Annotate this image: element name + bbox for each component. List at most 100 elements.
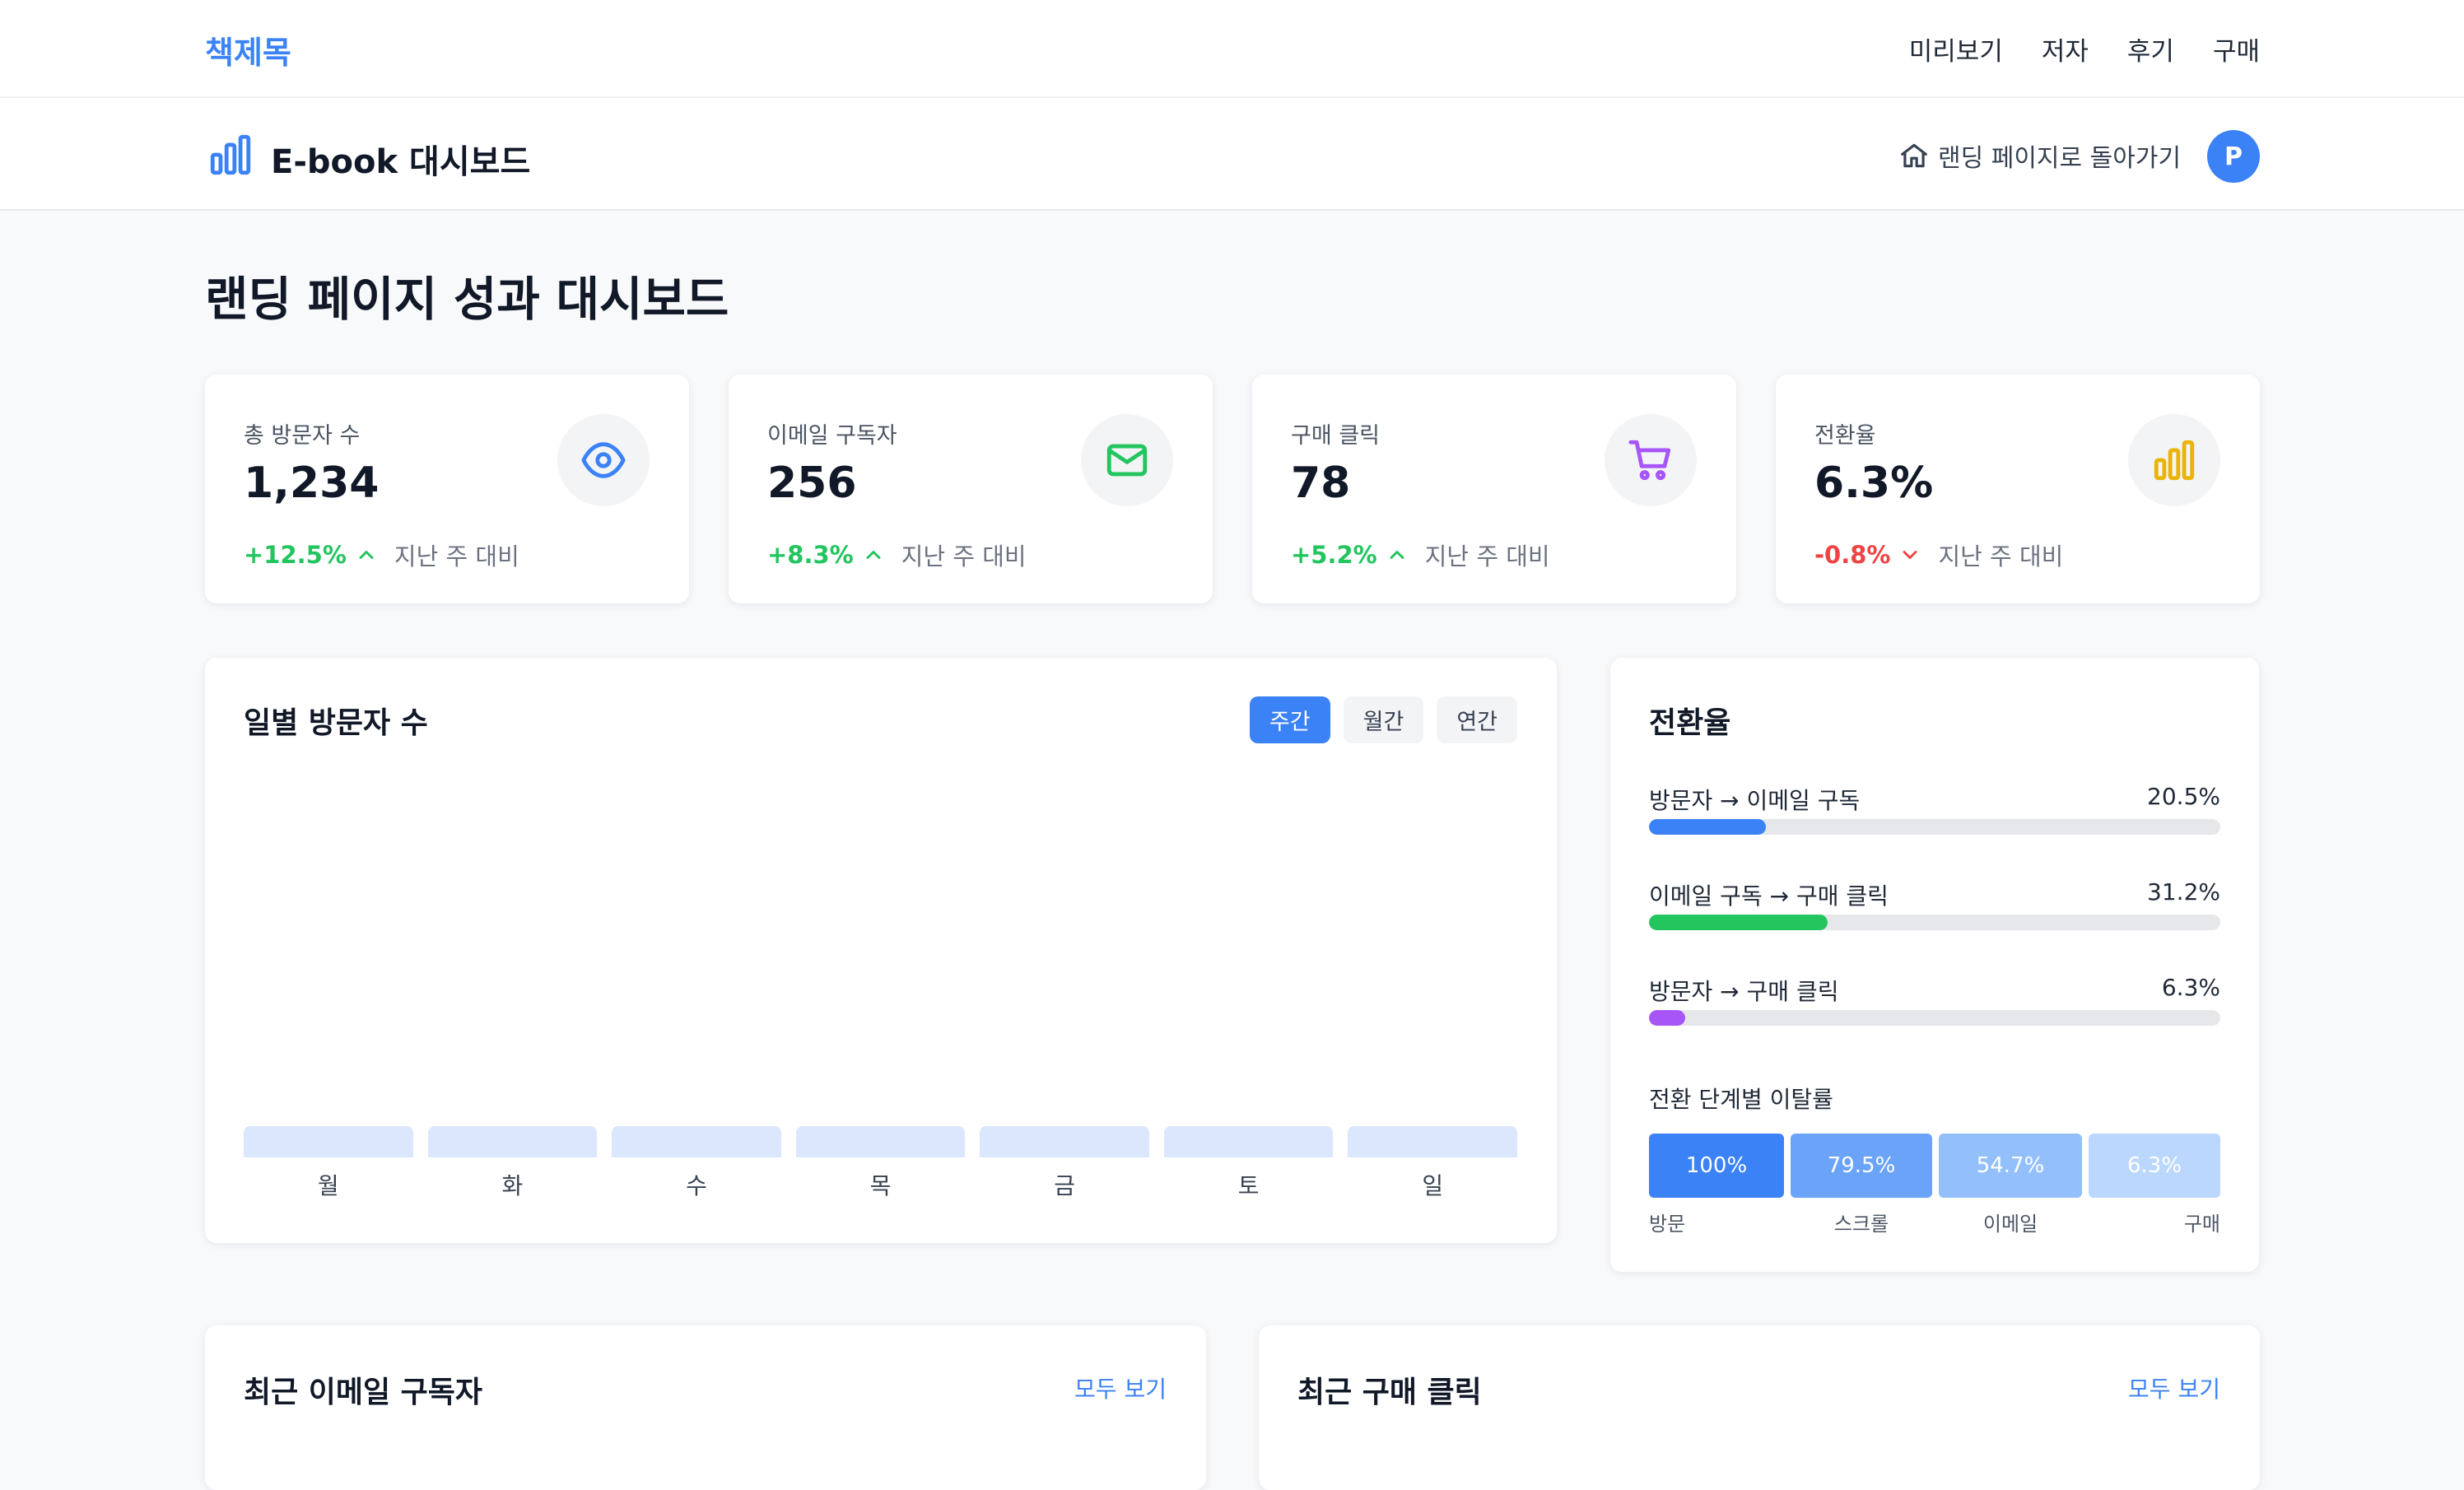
cart-icon xyxy=(1628,440,1671,481)
funnel-label-purchase: 구매 xyxy=(2183,1213,2220,1236)
day-labels: 월 화 수 목 금 토 일 xyxy=(244,1168,1517,1201)
stat-compare-text: 지난 주 대비 xyxy=(1938,542,2064,570)
recent-subscribers-card: 최근 이메일 구독자 모두 보기 xyxy=(205,1325,1206,1490)
range-monthly-button[interactable]: 월간 xyxy=(1343,696,1424,743)
stat-change-percent: +5.2% xyxy=(1291,541,1377,569)
rate-label: 방문자 → 구매 클릭 xyxy=(1649,978,1839,1005)
day-label-mon: 월 xyxy=(317,1172,339,1199)
bar-chart-icon xyxy=(2154,440,2195,481)
stat-value: 256 xyxy=(767,459,857,508)
dashboard-header: E-book 대시보드 랜딩 페이지로 돌아가기 xyxy=(0,98,2464,211)
bar-thu xyxy=(795,1126,966,1157)
nav-link-reviews[interactable]: 후기 xyxy=(2127,30,2174,68)
stat-change-percent: +12.5% xyxy=(244,541,347,569)
dropoff-funnel: 100% 79.5% 54.7% 6.3% xyxy=(1649,1134,2220,1198)
home-icon xyxy=(1901,143,1927,168)
stat-change: +12.5% 지난 주 대비 xyxy=(244,538,519,572)
rate-fill xyxy=(1649,819,1767,835)
day-label-fri: 금 xyxy=(1054,1172,1075,1199)
stat-card-conversion: 전환율 6.3% -0.8% 지난 주 대비 xyxy=(1776,375,2260,603)
recent-subscribers-title: 최근 이메일 구독자 xyxy=(244,1376,483,1409)
nav-link-preview[interactable]: 미리보기 xyxy=(1909,30,2003,68)
stat-compare-text: 지난 주 대비 xyxy=(901,542,1027,570)
conversion-title: 전환율 xyxy=(1649,706,1731,740)
top-navbar: 책제목 미리보기 저자 후기 구매 xyxy=(0,0,2464,98)
funnel-label-scroll: 스크롤 xyxy=(1833,1213,1889,1236)
mail-icon xyxy=(1106,444,1148,477)
day-label-wed: 수 xyxy=(686,1172,707,1199)
funnel-label-visit: 방문 xyxy=(1649,1213,1686,1236)
stat-value: 6.3% xyxy=(1814,459,1934,508)
daily-visitors-card: 일별 방문자 수 주간 월간 연간 월 화 수 목 금 토 일 xyxy=(205,658,1557,1243)
conversion-card: 전환율 방문자 → 이메일 구독 20.5% 이메일 구독 → 구매 클릭 31… xyxy=(1610,658,2259,1272)
recent-purchases-card: 최근 구매 클릭 모두 보기 xyxy=(1259,1325,2260,1490)
funnel-step-purchase: 6.3% xyxy=(2089,1134,2220,1198)
stat-value: 1,234 xyxy=(244,459,380,508)
dashboard-title: E-book 대시보드 xyxy=(271,143,531,181)
day-label-sun: 일 xyxy=(1422,1172,1444,1199)
rate-track xyxy=(1649,915,2220,930)
rate-value: 6.3% xyxy=(2161,974,2220,1001)
chevron-up-icon xyxy=(359,551,374,559)
rate-track xyxy=(1649,1010,2220,1026)
funnel-step-visit: 100% xyxy=(1649,1134,1784,1198)
visitor-bars xyxy=(244,757,1518,1157)
bar-sat xyxy=(1163,1126,1334,1157)
back-to-landing-link[interactable]: 랜딩 페이지로 돌아가기 xyxy=(1898,137,2181,174)
bar-tue xyxy=(427,1126,598,1157)
range-weekly-button[interactable]: 주간 xyxy=(1249,696,1330,743)
stat-card-purchase-clicks: 구매 클릭 78 +5.2% 지난 주 대비 xyxy=(1252,375,1736,603)
view-all-subscribers-link[interactable]: 모두 보기 xyxy=(1074,1371,1167,1404)
stat-card-visitors: 총 방문자 수 1,234 +12.5% 지난 주 대비 xyxy=(205,375,689,603)
stat-icon-badge xyxy=(2128,414,2220,506)
view-all-purchases-link[interactable]: 모두 보기 xyxy=(2128,1371,2220,1404)
stat-label: 총 방문자 수 xyxy=(244,423,361,449)
top-nav-links: 미리보기 저자 후기 구매 xyxy=(1909,30,2260,68)
rate-fill xyxy=(1649,915,1828,930)
chevron-up-icon xyxy=(866,551,881,559)
stat-label: 구매 클릭 xyxy=(1291,423,1380,449)
brand-logo[interactable]: 책제목 xyxy=(205,27,291,72)
eye-icon xyxy=(581,442,626,478)
stat-value: 78 xyxy=(1291,459,1351,508)
rate-track xyxy=(1649,819,2220,835)
stat-card-subscribers: 이메일 구독자 256 +8.3% 지난 주 대비 xyxy=(729,375,1213,603)
bar-mon xyxy=(244,1126,413,1157)
dropoff-title: 전환 단계별 이탈률 xyxy=(1649,1086,1833,1113)
back-link-label: 랜딩 페이지로 돌아가기 xyxy=(1938,144,2182,173)
funnel-label-email: 이메일 xyxy=(1982,1213,2038,1236)
nav-link-author[interactable]: 저자 xyxy=(2042,30,2089,68)
bar-wed xyxy=(612,1126,781,1157)
funnel-step-email: 54.7% xyxy=(1939,1134,2082,1198)
rate-label: 방문자 → 이메일 구독 xyxy=(1649,787,1861,814)
stat-compare-text: 지난 주 대비 xyxy=(394,542,519,570)
stat-change: +5.2% 지난 주 대비 xyxy=(1291,538,1550,572)
stat-icon-badge xyxy=(1081,414,1173,506)
stat-label: 이메일 구독자 xyxy=(767,423,897,449)
stat-change: -0.8% 지난 주 대비 xyxy=(1814,538,2063,572)
bar-chart-icon xyxy=(210,134,251,175)
stat-label: 전환율 xyxy=(1814,423,1876,449)
rate-fill xyxy=(1649,1010,1685,1026)
funnel-labels: 방문 스크롤 이메일 구매 xyxy=(1649,1208,2220,1236)
avatar[interactable]: P xyxy=(2207,130,2260,183)
day-label-thu: 목 xyxy=(869,1172,892,1199)
nav-link-purchase[interactable]: 구매 xyxy=(2213,30,2260,68)
stat-change-percent: +8.3% xyxy=(767,541,854,569)
rate-value: 20.5% xyxy=(2147,783,2220,810)
page-title: 랜딩 페이지 성과 대시보드 xyxy=(205,272,729,327)
day-label-sat: 토 xyxy=(1237,1172,1260,1199)
stat-compare-text: 지난 주 대비 xyxy=(1424,542,1550,570)
range-yearly-button[interactable]: 연간 xyxy=(1437,696,1517,743)
bar-fri xyxy=(980,1126,1149,1157)
stat-icon-badge xyxy=(557,414,650,506)
range-toggle: 주간 월간 연간 xyxy=(1249,696,1517,743)
bar-sun xyxy=(1348,1126,1518,1157)
funnel-step-scroll: 79.5% xyxy=(1791,1134,1932,1198)
stat-change: +8.3% 지난 주 대비 xyxy=(767,538,1027,572)
recent-purchases-title: 최근 구매 클릭 xyxy=(1297,1376,1482,1409)
stat-icon-badge xyxy=(1605,414,1697,506)
day-label-tue: 화 xyxy=(501,1172,524,1199)
rate-label: 이메일 구독 → 구매 클릭 xyxy=(1649,882,1889,910)
stat-change-percent: -0.8% xyxy=(1814,541,1891,569)
